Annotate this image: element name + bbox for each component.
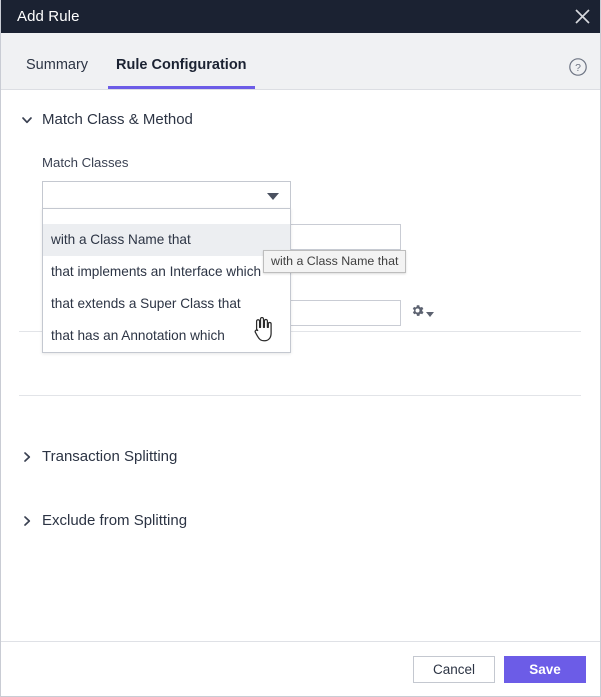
tab-summary-label: Summary xyxy=(26,57,89,73)
section-title-transaction-splitting: Transaction Splitting xyxy=(42,447,178,465)
close-icon[interactable] xyxy=(562,0,600,33)
chevron-right-icon xyxy=(21,450,33,462)
section-title-match-class-method: Match Class & Method xyxy=(42,110,193,128)
option-tooltip: with a Class Name that xyxy=(263,250,407,273)
gear-menu-button[interactable] xyxy=(410,303,434,323)
gear-icon xyxy=(410,303,425,323)
match-classes-label: Match Classes xyxy=(42,155,129,170)
section-header-transaction-splitting[interactable]: Transaction Splitting xyxy=(1,444,177,468)
section-divider-2 xyxy=(19,395,581,396)
section-transaction-splitting: Transaction Splitting xyxy=(1,444,177,468)
tab-rule-configuration[interactable]: Rule Configuration xyxy=(102,57,261,89)
dialog-content: Match Class & Method Match Classes with … xyxy=(1,90,600,642)
section-exclude-from-splitting: Exclude from Splitting xyxy=(1,508,187,532)
dropdown-option-has-annotation[interactable]: that has an Annotation which xyxy=(43,320,290,352)
help-circle-icon[interactable]: ? xyxy=(568,57,588,77)
tab-bar: Summary Rule Configuration ? xyxy=(1,33,600,90)
dropdown-option-extends-super-class[interactable]: that extends a Super Class that xyxy=(43,288,290,320)
dropdown-option-implements-interface[interactable]: that implements an Interface which xyxy=(43,256,290,288)
dropdown-option-class-name[interactable]: with a Class Name that xyxy=(43,224,290,256)
chevron-right-icon xyxy=(21,514,33,526)
add-rule-dialog: Add Rule Summary Rule Configuration ? Ma… xyxy=(0,0,601,697)
dropdown-blank-option[interactable] xyxy=(43,209,290,224)
dialog-titlebar: Add Rule xyxy=(1,0,600,33)
dialog-footer: Cancel Save xyxy=(1,641,600,696)
section-title-exclude-from-splitting: Exclude from Splitting xyxy=(42,511,188,529)
section-header-exclude-from-splitting[interactable]: Exclude from Splitting xyxy=(1,508,187,532)
cancel-button[interactable]: Cancel xyxy=(413,655,495,683)
match-classes-dropdown-list: with a Class Name that that implements a… xyxy=(42,208,291,353)
save-button[interactable]: Save xyxy=(504,655,586,683)
chevron-down-icon xyxy=(21,113,33,125)
match-classes-select[interactable] xyxy=(42,181,291,209)
tab-summary[interactable]: Summary xyxy=(12,57,102,89)
chevron-down-icon xyxy=(267,193,279,200)
chevron-down-icon xyxy=(426,312,434,317)
tab-rule-configuration-label: Rule Configuration xyxy=(116,57,247,73)
svg-text:?: ? xyxy=(575,62,581,74)
dialog-title: Add Rule xyxy=(17,8,80,25)
section-match-class-method: Match Class & Method Match Classes with … xyxy=(1,107,434,353)
section-header-match-class-method[interactable]: Match Class & Method xyxy=(1,107,193,131)
